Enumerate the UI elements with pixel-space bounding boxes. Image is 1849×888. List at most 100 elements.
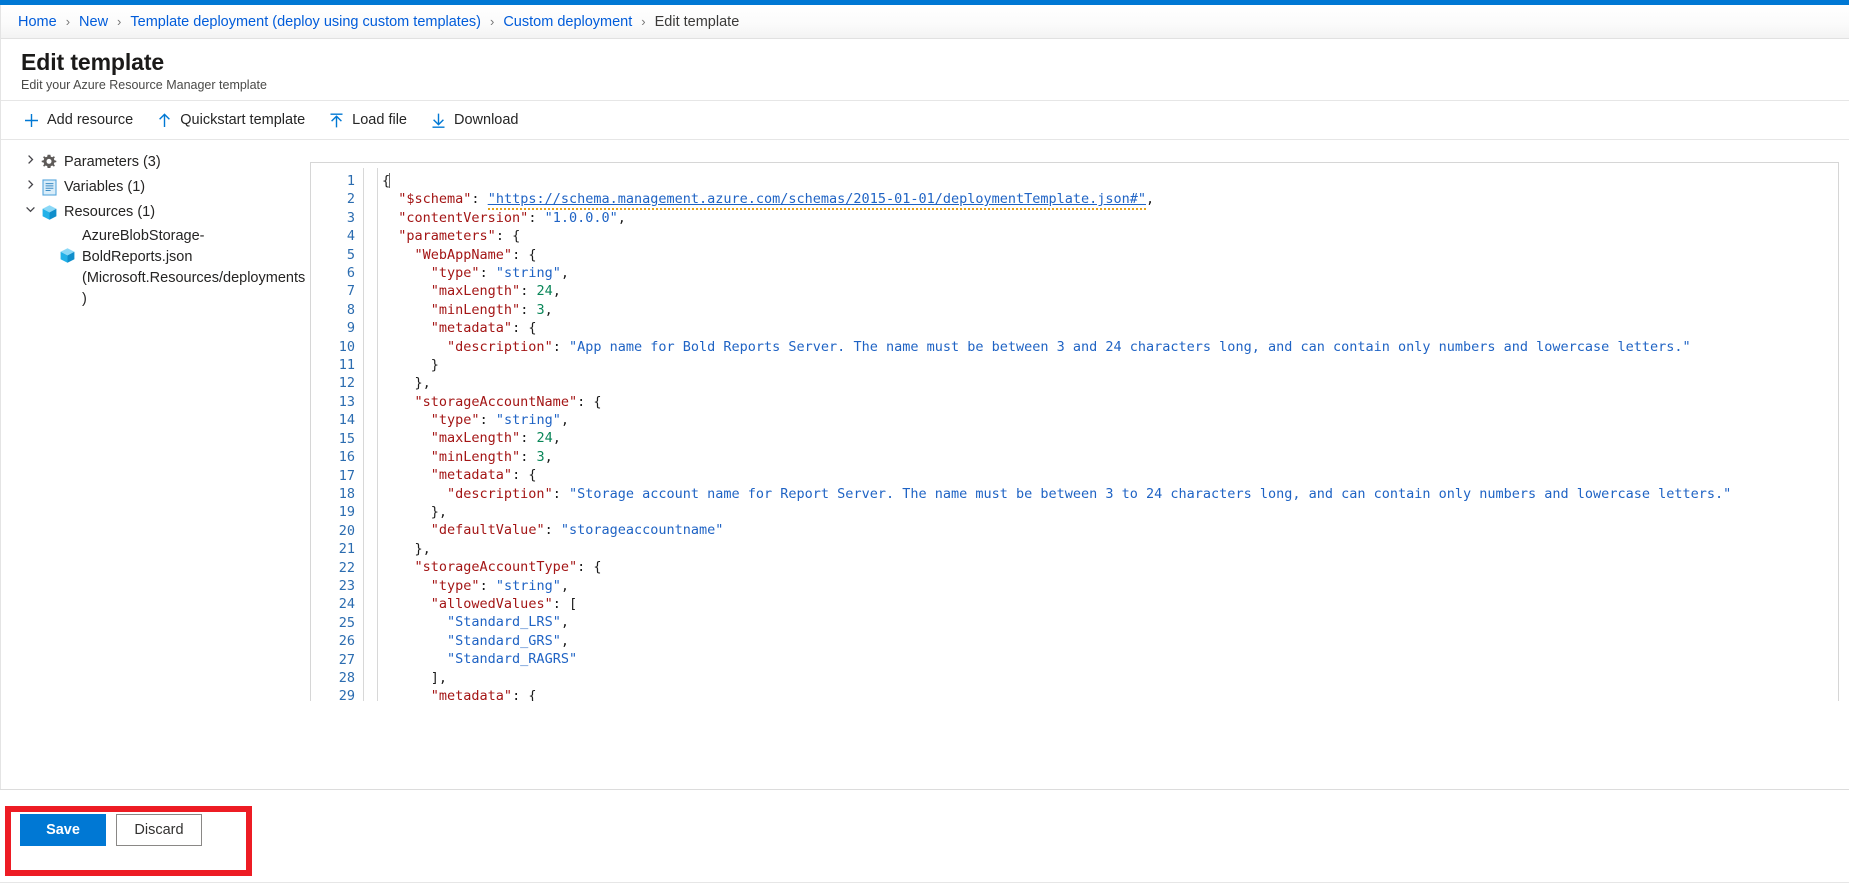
code-token-punct: : (520, 430, 537, 447)
breadcrumb-item-home[interactable]: Home (18, 14, 57, 30)
code-token-punct: , (560, 632, 569, 649)
code-token-punct (382, 302, 431, 318)
line-number: 9 (346, 320, 355, 337)
gear-icon (41, 154, 57, 170)
code-token-punct: : (544, 522, 561, 539)
tree-node-resources[interactable]: Resources (1) (0, 200, 310, 225)
line-number: 18 (338, 485, 355, 502)
breadcrumb-item-template-deployment-deploy-using-custom-templates[interactable]: Template deployment (deploy using custom… (130, 14, 481, 30)
breadcrumb: Home › New › Template deployment (deploy usi… (0, 5, 1849, 39)
code-token-str: "1.0.0.0" (544, 209, 618, 226)
code-line: }, (382, 503, 1838, 521)
code-token-punct: : (552, 338, 569, 355)
discard-button[interactable]: Discard (116, 814, 202, 846)
code-token-punct (382, 430, 431, 446)
breadcrumb-item-new[interactable]: New (79, 14, 108, 30)
code-token-key: "type" (430, 412, 480, 429)
code-token-url[interactable]: "https://schema.management.azure.com/sch… (487, 191, 1147, 211)
code-token-key: "type" (430, 264, 480, 281)
code-token-str: "App name for Bold Reports Server. The n… (568, 338, 1691, 355)
code-token-key: "parameters" (398, 228, 496, 245)
tree-node-label: Parameters (3) (64, 154, 161, 170)
code-fold-column[interactable] (364, 163, 377, 701)
code-token-str: "string" (495, 264, 561, 281)
line-number: 8 (346, 301, 355, 318)
line-number: 22 (338, 559, 355, 576)
code-line: "Standard_RAGRS" (382, 650, 1838, 668)
line-number: 26 (338, 633, 355, 650)
code-line: "metadata": { (382, 687, 1838, 701)
code-token-punct: : (520, 301, 537, 318)
code-token-punct: : { (495, 228, 521, 245)
line-number: 4 (346, 228, 355, 245)
code-line: "minLength": 3, (382, 448, 1838, 466)
code-token-key: "maxLength" (430, 283, 521, 300)
save-button[interactable]: Save (20, 814, 106, 846)
code-token-num: 24 (536, 283, 553, 300)
code-token-punct (382, 339, 447, 355)
code-token-key: "minLength" (430, 301, 521, 318)
code-token-punct (382, 467, 431, 483)
line-number: 24 (338, 596, 355, 613)
code-token-str: "Storage account name for Report Server.… (568, 485, 1732, 502)
page-header: Edit template Edit your Azure Resource M… (0, 39, 1849, 101)
code-token-str: "string" (495, 412, 561, 429)
code-editor-container: 1 2 3 4 5 6 7 8 9 10 11 12 13 14 15 16 17 18 19 20 21 22 23 24 2… (310, 140, 1849, 702)
code-line: "defaultValue": "storageaccountname" (382, 521, 1838, 539)
load-file-button[interactable]: Load file (327, 105, 407, 135)
add-resource-button[interactable]: Add resource (22, 105, 133, 135)
download-button[interactable]: Download (429, 105, 519, 135)
code-token-punct: : (520, 283, 537, 300)
code-token-num: 24 (536, 430, 553, 447)
code-token-punct: , (552, 430, 561, 447)
code-line: "storageAccountName": { (382, 393, 1838, 411)
download-icon (430, 112, 447, 129)
code-line: "minLength": 3, (382, 301, 1838, 319)
code-line: "contentVersion": "1.0.0.0", (382, 209, 1838, 227)
command-bar: Add resource Quickstart template Load file… (0, 101, 1849, 140)
line-number: 21 (338, 541, 355, 558)
tree-child-resource[interactable]: AzureBlobStorage- BoldReports.json (Micr… (0, 225, 310, 312)
code-token-key: "maxLength" (430, 430, 521, 447)
command-label: Add resource (47, 112, 134, 128)
code-token-punct (382, 283, 431, 299)
code-token-key: "metadata" (430, 320, 513, 337)
code-token-punct (382, 559, 415, 575)
breadcrumb-item-custom-deployment[interactable]: Custom deployment (503, 14, 632, 30)
line-number: 10 (338, 338, 355, 355)
code-line: }, (382, 374, 1838, 392)
code-token-str: "Standard_LRS" (447, 614, 561, 631)
line-number: 3 (346, 209, 355, 226)
code-token-punct: }, (382, 375, 431, 392)
code-token-punct (382, 394, 415, 410)
code-line: }, (382, 540, 1838, 558)
tree-node-label: Variables (1) (64, 179, 146, 195)
breadcrumb-separator: › (489, 14, 495, 29)
code-token-str: "storageaccountname" (560, 522, 724, 539)
code-token-punct: : (552, 485, 569, 502)
line-number: 20 (338, 522, 355, 539)
footer-action-bar: Save Discard (0, 789, 1849, 888)
code-token-key: "minLength" (430, 448, 521, 465)
tree-node-parameters[interactable]: Parameters (3) (0, 150, 310, 175)
code-token-punct: : (479, 577, 496, 594)
chevron-down-icon[interactable] (22, 204, 38, 215)
code-token-punct (382, 210, 398, 226)
code-token-punct: , (544, 448, 553, 465)
tree-node-variables[interactable]: Variables (1) (0, 175, 310, 200)
tree-child-label: AzureBlobStorage- BoldReports.json (Micr… (82, 228, 306, 307)
code-token-punct (382, 578, 431, 594)
chevron-right-icon[interactable] (22, 179, 38, 190)
code-token-punct: }, (382, 540, 431, 557)
code-token-key: "metadata" (430, 467, 513, 484)
line-number: 1 (346, 173, 355, 189)
code-line: "description": "Storage account name for… (382, 485, 1838, 503)
chevron-right-icon[interactable] (22, 154, 38, 165)
plus-icon (23, 112, 40, 129)
code-editor[interactable]: 1 2 3 4 5 6 7 8 9 10 11 12 13 14 15 16 17 18 19 20 21 22 23 24 2… (310, 162, 1839, 701)
line-number: 7 (346, 283, 355, 300)
line-number: 28 (338, 669, 355, 686)
code-text[interactable]: { "$schema": "https://schema.management.… (378, 163, 1838, 701)
quickstart-template-button[interactable]: Quickstart template (155, 105, 305, 135)
code-token-punct: , (560, 614, 569, 631)
